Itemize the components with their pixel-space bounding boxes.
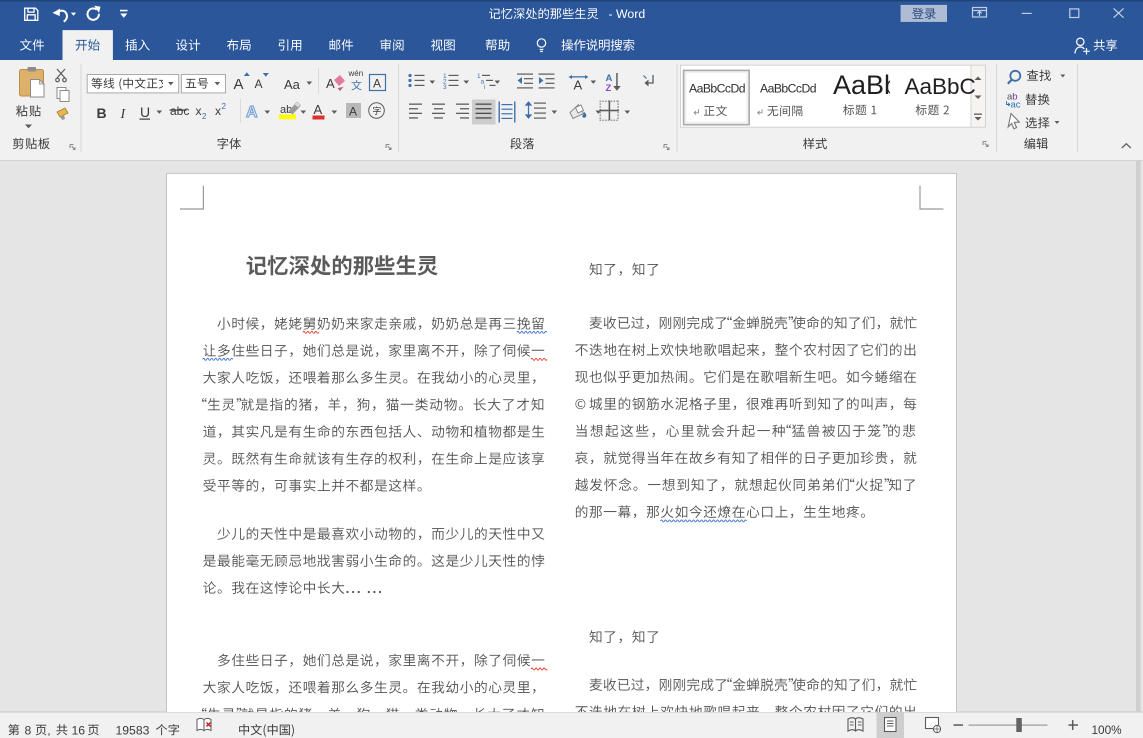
svg-text:16: 16 bbox=[72, 723, 86, 737]
svg-text:100%: 100% bbox=[1092, 723, 1123, 737]
svg-text:AaBbCcDd: AaBbCcDd bbox=[760, 82, 817, 96]
svg-text:A: A bbox=[373, 77, 381, 91]
svg-text:U: U bbox=[140, 104, 150, 120]
svg-text:A: A bbox=[246, 104, 258, 121]
svg-text:wén: wén bbox=[348, 69, 364, 78]
svg-text:Aa: Aa bbox=[284, 77, 301, 92]
svg-text:A: A bbox=[255, 77, 263, 91]
svg-text:A: A bbox=[234, 76, 244, 93]
svg-text:x: x bbox=[196, 104, 202, 118]
svg-text:A: A bbox=[574, 78, 583, 93]
svg-text:ac: ac bbox=[1011, 100, 1021, 111]
svg-text:AaBbCcDd: AaBbCcDd bbox=[689, 82, 746, 96]
svg-text:A: A bbox=[349, 105, 357, 119]
svg-text:A: A bbox=[314, 102, 323, 117]
svg-text:- Word: - Word bbox=[609, 7, 646, 21]
svg-text:3: 3 bbox=[443, 84, 447, 91]
svg-text:Z: Z bbox=[606, 83, 612, 94]
svg-text:19583: 19583 bbox=[116, 723, 150, 737]
svg-text:8: 8 bbox=[25, 723, 32, 737]
svg-text:abc: abc bbox=[170, 104, 189, 118]
svg-text:AaBbC: AaBbC bbox=[905, 74, 976, 99]
svg-text:A: A bbox=[326, 76, 335, 91]
svg-text:B: B bbox=[97, 105, 107, 121]
svg-text:2: 2 bbox=[202, 112, 207, 121]
svg-text:x: x bbox=[215, 104, 221, 118]
svg-text:,: , bbox=[47, 723, 50, 737]
svg-text:i: i bbox=[484, 84, 485, 91]
svg-text:2: 2 bbox=[222, 102, 227, 111]
